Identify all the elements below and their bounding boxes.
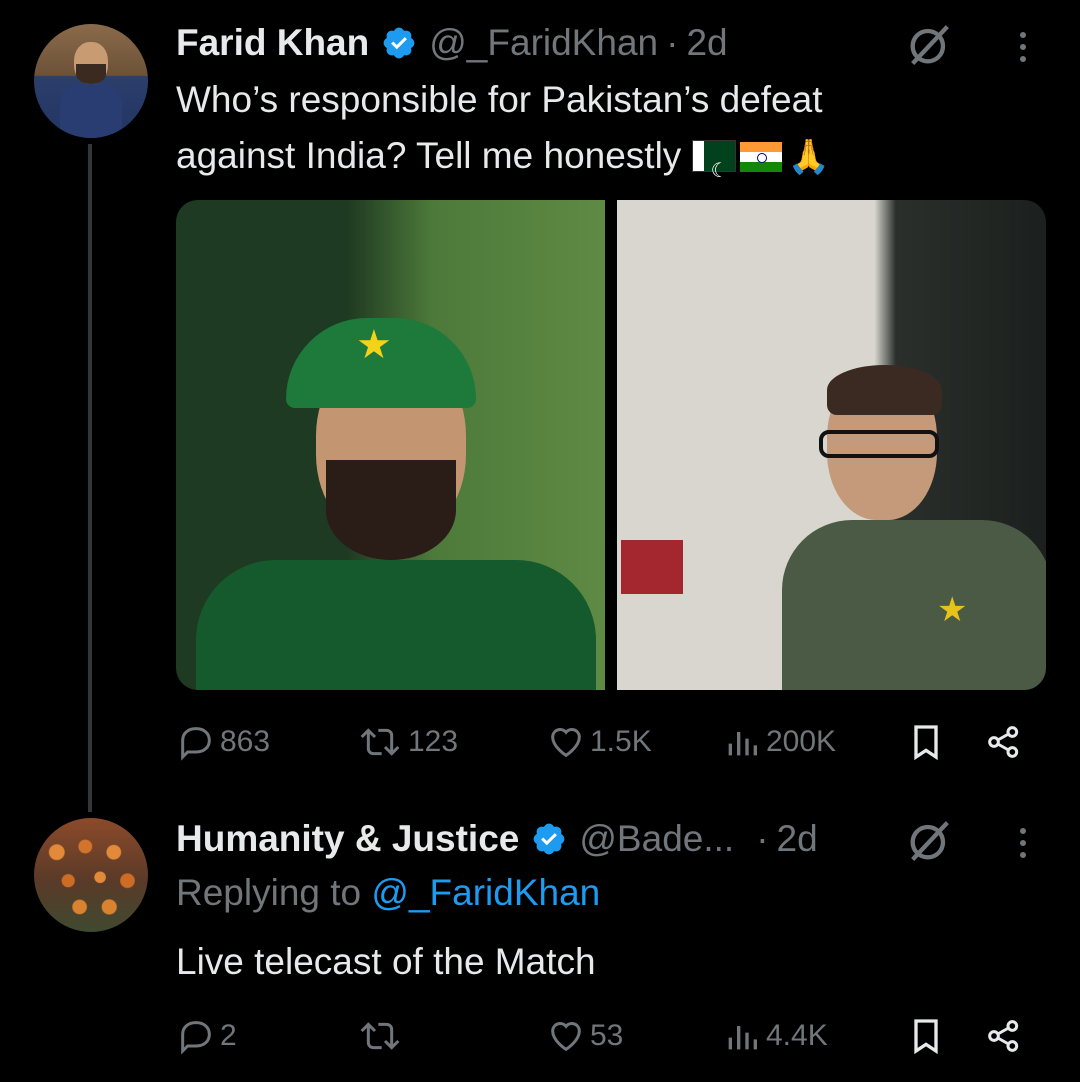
tweet-header: Farid Khan @_FaridKhan · 2d [176, 18, 728, 68]
reply-count: 2 [220, 1019, 237, 1052]
separator-dot: · [756, 818, 769, 859]
verified-badge-icon [383, 27, 415, 59]
replying-to: Replying to @_FaridKhan [176, 872, 600, 914]
like-count: 1.5K [590, 725, 652, 758]
reply-count: 863 [220, 725, 271, 758]
share-button[interactable] [984, 722, 1024, 762]
heart-icon [551, 1022, 581, 1052]
author-name[interactable]: Farid Khan [176, 22, 369, 64]
more-options-icon[interactable] [1016, 824, 1030, 864]
reply-button[interactable]: 2 [176, 1016, 237, 1056]
author-handle[interactable]: @Bade... [579, 818, 734, 860]
thread-connector-line [88, 144, 92, 812]
tweet-media[interactable]: ★ ★ [176, 200, 1046, 690]
share-icon [988, 726, 1019, 758]
avatar[interactable] [34, 24, 148, 138]
like-button[interactable]: 1.5K [546, 722, 652, 762]
heart-icon [551, 728, 581, 758]
tweet-text-line-1: Who’s responsible for Pakistan’s defeat [176, 79, 823, 120]
verified-badge-icon [534, 823, 565, 855]
india-flag-icon [739, 142, 782, 172]
replying-to-mention[interactable]: @_FaridKhan [371, 872, 600, 913]
repost-count: 123 [408, 725, 459, 758]
avatar[interactable] [34, 818, 148, 932]
tweet-text-line-2: against India? Tell me honestly 🙏 [176, 128, 830, 199]
bookmark-icon [914, 725, 938, 761]
share-icon [988, 1020, 1019, 1052]
bookmark-icon [914, 1019, 938, 1055]
grok-icon[interactable] [904, 18, 956, 70]
folded-hands-icon: 🙏 [787, 138, 830, 176]
more-options-icon[interactable] [1016, 28, 1030, 68]
share-button[interactable] [984, 1016, 1024, 1056]
timestamp[interactable]: 2d [777, 818, 818, 860]
author-handle[interactable]: @_FaridKhan [429, 22, 658, 64]
media-image-player[interactable]: ★ [176, 200, 605, 690]
bookmark-button[interactable] [906, 1016, 946, 1056]
grok-icon[interactable] [904, 814, 956, 866]
tweet-header: Humanity & Justice @Bade... · 2d [176, 814, 818, 864]
pakistan-flag-icon [691, 140, 736, 199]
views-icon [728, 1026, 757, 1050]
repost-icon [360, 728, 400, 756]
reply-icon [181, 727, 211, 761]
like-count: 53 [590, 1019, 624, 1052]
replying-to-label: Replying to [176, 872, 362, 913]
repost-button[interactable] [356, 1016, 404, 1056]
reply-icon [181, 1021, 211, 1055]
views-icon [728, 732, 757, 756]
repost-icon [360, 1022, 400, 1050]
tweet-text: Who’s responsible for Pakistan’s defeat … [176, 72, 830, 199]
views-count: 4.4K [766, 1019, 828, 1052]
views-button[interactable]: 4.4K [722, 1016, 828, 1056]
tweet-text: Live telecast of the Match [176, 941, 596, 982]
media-image-coach[interactable]: ★ [617, 200, 1046, 690]
tweet-text-line-2-content: against India? Tell me honestly [176, 135, 682, 176]
views-button[interactable]: 200K [722, 722, 836, 762]
like-button[interactable]: 53 [546, 1016, 623, 1056]
timestamp[interactable]: 2d [686, 22, 727, 64]
author-name[interactable]: Humanity & Justice [176, 818, 519, 860]
bookmark-button[interactable] [906, 722, 946, 762]
separator-dot: · [666, 22, 679, 63]
views-count: 200K [766, 725, 837, 758]
repost-button[interactable]: 123 [356, 722, 458, 762]
reply-button[interactable]: 863 [176, 722, 270, 762]
